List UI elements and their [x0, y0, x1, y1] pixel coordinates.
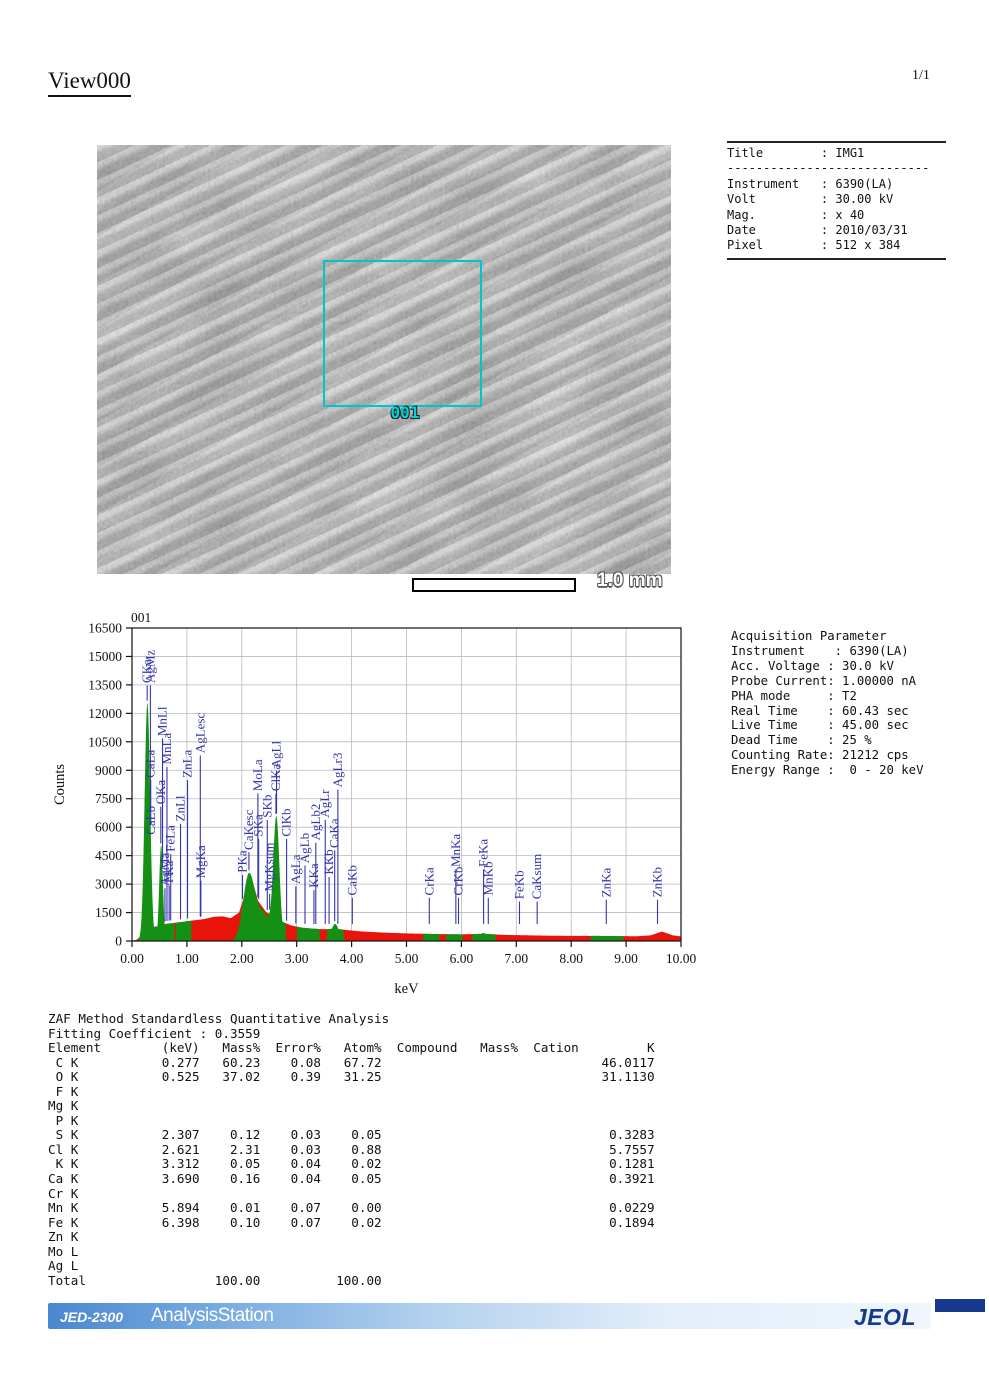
svg-text:4500: 4500: [95, 848, 122, 863]
svg-text:KKb: KKb: [321, 849, 336, 874]
svg-text:Counts: Counts: [52, 764, 68, 805]
svg-text:6000: 6000: [95, 820, 122, 835]
svg-text:CaKa: CaKa: [327, 818, 342, 848]
svg-text:3000: 3000: [95, 877, 122, 892]
svg-text:4.00: 4.00: [340, 951, 364, 966]
svg-text:MnKa: MnKa: [448, 834, 463, 867]
svg-text:1500: 1500: [95, 905, 122, 920]
acquisition-parameters: Acquisition Parameter Instrument : 6390(…: [731, 629, 924, 778]
svg-text:SKb: SKb: [259, 795, 274, 818]
svg-text:12000: 12000: [88, 706, 122, 721]
eds-spectrum-chart: 0 1500 3000 4500 6000 7500 9000 10500 12000 13500…: [40, 596, 700, 1010]
svg-text:MnLl: MnLl: [155, 706, 170, 736]
svg-text:CaLa: CaLa: [143, 749, 158, 777]
svg-text:AgLr: AgLr: [317, 789, 332, 818]
roi-box: [323, 260, 482, 407]
svg-text:7.00: 7.00: [504, 951, 528, 966]
svg-text:keV: keV: [394, 981, 419, 997]
svg-text:MoLa: MoLa: [250, 759, 265, 791]
footer-bar: JED-2300 AnalysisStation JEOL: [48, 1303, 931, 1329]
svg-text:CaKb: CaKb: [344, 865, 359, 895]
roi-label: 001: [365, 403, 445, 422]
page-number: 1/1: [912, 68, 930, 84]
page-title: View000: [48, 68, 131, 97]
footer-model-label: JED-2300: [60, 1309, 123, 1325]
svg-text:7500: 7500: [95, 791, 122, 806]
svg-text:9.00: 9.00: [614, 951, 638, 966]
quant-table: ZAF Method Standardless Quantitative Ana…: [48, 1012, 655, 1288]
svg-text:10.00: 10.00: [666, 951, 697, 966]
jeol-logo: JEOL: [854, 1304, 916, 1331]
svg-text:16500: 16500: [88, 621, 122, 636]
svg-text:CaKsum: CaKsum: [529, 854, 544, 900]
svg-text:MgKsum: MgKsum: [262, 843, 277, 892]
svg-text:6.00: 6.00: [450, 951, 474, 966]
footer-app-label: AnalysisStation: [151, 1305, 273, 1327]
scale-bar-label: 1.0 mm: [597, 570, 662, 592]
acquisition-text: Acquisition Parameter Instrument : 6390(…: [731, 629, 924, 778]
svg-text:FKa: FKa: [161, 861, 176, 884]
svg-text:FeLa: FeLa: [163, 825, 178, 852]
svg-text:ZnKb: ZnKb: [650, 867, 665, 897]
sem-image: 001: [97, 145, 671, 574]
footer-accent-block: [935, 1299, 985, 1312]
svg-text:3.00: 3.00: [285, 951, 309, 966]
svg-text:ZnKa: ZnKa: [598, 868, 613, 898]
svg-text:AgMz: AgMz: [142, 650, 157, 683]
svg-text:0.00: 0.00: [120, 951, 144, 966]
svg-text:2.00: 2.00: [230, 951, 254, 966]
quant-table-text: ZAF Method Standardless Quantitative Ana…: [48, 1012, 655, 1288]
svg-text:13500: 13500: [88, 677, 122, 692]
image-info-text: Title : IMG1 ---------------------------…: [727, 146, 946, 254]
svg-text:AgLl: AgLl: [269, 741, 284, 769]
svg-text:5.00: 5.00: [395, 951, 419, 966]
svg-text:ClKb: ClKb: [279, 808, 294, 836]
svg-text:AgLr3: AgLr3: [330, 753, 345, 788]
svg-text:CrKb: CrKb: [450, 867, 465, 896]
svg-text:PKa: PKa: [235, 850, 250, 873]
image-info-box: Title : IMG1 ---------------------------…: [727, 141, 946, 260]
svg-text:0: 0: [115, 934, 122, 949]
svg-text:CrKa: CrKa: [421, 867, 436, 895]
svg-text:KKa: KKa: [306, 863, 321, 888]
svg-text:8.00: 8.00: [559, 951, 583, 966]
svg-text:FeKb: FeKb: [511, 870, 526, 899]
svg-text:OKa: OKa: [153, 780, 168, 805]
svg-text:001: 001: [131, 610, 151, 625]
report-page: View000 1/1: [0, 0, 989, 1400]
svg-text:MnLa: MnLa: [159, 733, 174, 765]
svg-text:CaLb: CaLb: [143, 806, 158, 835]
svg-text:10500: 10500: [88, 734, 122, 749]
svg-text:9000: 9000: [95, 763, 122, 778]
svg-text:1.00: 1.00: [175, 951, 199, 966]
svg-text:AgLesc: AgLesc: [192, 713, 207, 754]
scale-bar: [412, 578, 576, 592]
svg-text:MnKb: MnKb: [480, 862, 495, 896]
svg-text:15000: 15000: [88, 649, 122, 664]
svg-text:ZnLl: ZnLl: [173, 795, 188, 821]
